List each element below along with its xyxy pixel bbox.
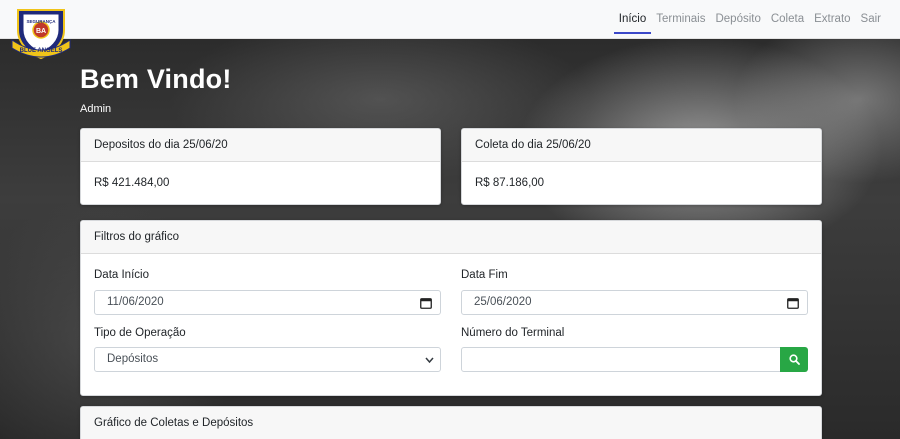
calendar-icon[interactable] — [787, 297, 799, 309]
nav-item-terminais[interactable]: Terminais — [651, 0, 710, 39]
filters-card-title: Filtros do gráfico — [81, 221, 821, 254]
terminal-number-input[interactable] — [461, 347, 781, 372]
collections-card-title: Coleta do dia 25/06/20 — [462, 129, 821, 162]
chart-card: Gráfico de Coletas e Depósitos — [80, 406, 822, 439]
svg-text:BA: BA — [36, 28, 46, 35]
terminal-number-label: Número do Terminal — [461, 327, 565, 339]
nav-menu: Início Terminais Depósito Coleta Extrato… — [613, 0, 886, 39]
search-button[interactable] — [780, 347, 808, 372]
search-icon — [788, 354, 800, 365]
collections-card-value: R$ 87.186,00 — [475, 177, 545, 189]
nav-item-deposito[interactable]: Depósito — [710, 0, 765, 39]
nav-item-coleta[interactable]: Coleta — [766, 0, 809, 39]
start-date-label: Data Início — [94, 269, 149, 281]
end-date-value: 25/06/2020 — [474, 296, 532, 308]
logo-text-bottom: BLUE ANGELS — [20, 48, 63, 54]
nav-item-extrato[interactable]: Extrato — [809, 0, 855, 39]
chevron-down-icon — [425, 357, 434, 364]
user-name: Admin — [80, 103, 112, 115]
logo-text-top: SEGURANÇA — [26, 19, 56, 24]
deposits-card-title: Depositos do dia 25/06/20 — [81, 129, 440, 162]
operation-type-selected: Depósitos — [107, 353, 159, 365]
operation-type-label: Tipo de Operação — [94, 327, 186, 339]
brand-logo[interactable]: BA BLUE ANGELS SEGURANÇA — [10, 4, 72, 60]
start-date-input[interactable]: 11/06/2020 — [94, 290, 441, 315]
end-date-label: Data Fim — [461, 269, 508, 281]
chart-card-title: Gráfico de Coletas e Depósitos — [81, 407, 821, 439]
start-date-value: 11/06/2020 — [107, 296, 164, 308]
nav-item-sair[interactable]: Sair — [856, 0, 886, 39]
deposits-card-value: R$ 421.484,00 — [94, 177, 170, 189]
calendar-icon[interactable] — [420, 297, 432, 309]
end-date-input[interactable]: 25/06/2020 — [461, 290, 808, 315]
operation-type-select[interactable]: Depósitos — [94, 347, 441, 372]
navbar: Início Terminais Depósito Coleta Extrato… — [0, 0, 900, 39]
deposits-summary-card: Depositos do dia 25/06/20 R$ 421.484,00 — [80, 128, 441, 205]
page-title: Bem Vindo! — [80, 64, 232, 94]
chart-filters-card: Filtros do gráfico Data Início 11/06/202… — [80, 220, 822, 396]
nav-item-inicio[interactable]: Início — [613, 0, 652, 39]
collections-summary-card: Coleta do dia 25/06/20 R$ 87.186,00 — [461, 128, 822, 205]
